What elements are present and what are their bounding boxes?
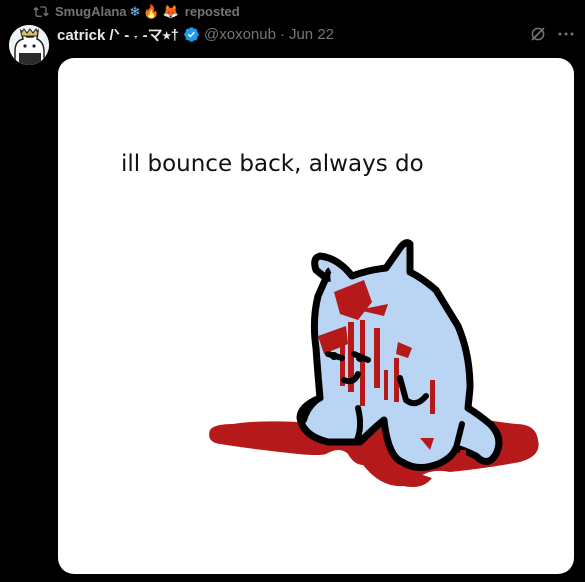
snowflake-emoji-icon: ❄ bbox=[129, 3, 141, 19]
reposter-name[interactable]: SmugAlana ❄ 🔥 🦊 bbox=[55, 4, 179, 19]
bloody-cat-drawing-icon bbox=[209, 239, 539, 487]
separator-dot: · bbox=[279, 25, 285, 43]
cat-avatar-icon bbox=[9, 25, 49, 65]
fire-emoji-icon: 🔥 bbox=[143, 3, 160, 19]
post-media-image[interactable]: ill bounce back, always do bbox=[58, 58, 574, 574]
avatar[interactable] bbox=[9, 25, 49, 65]
repost-icon bbox=[33, 6, 49, 17]
user-handle[interactable]: @xoxonub bbox=[204, 26, 276, 43]
fox-emoji-icon: 🦊 bbox=[162, 3, 179, 19]
verified-badge-icon[interactable] bbox=[183, 26, 200, 43]
reposter-username[interactable]: SmugAlana bbox=[55, 4, 127, 19]
grok-icon[interactable] bbox=[529, 25, 547, 43]
post-date[interactable]: Jun 22 bbox=[289, 26, 334, 43]
reposted-label: reposted bbox=[184, 3, 240, 19]
more-options-icon[interactable] bbox=[557, 27, 575, 41]
post-header: catrick /ᐠ - ˕ -マ⭑† @xoxonub · Jun 22 bbox=[57, 24, 565, 45]
repost-indicator[interactable]: SmugAlana ❄ 🔥 🦊 reposted bbox=[33, 2, 240, 20]
display-name[interactable]: catrick /ᐠ - ˕ -マ⭑† bbox=[57, 24, 179, 45]
